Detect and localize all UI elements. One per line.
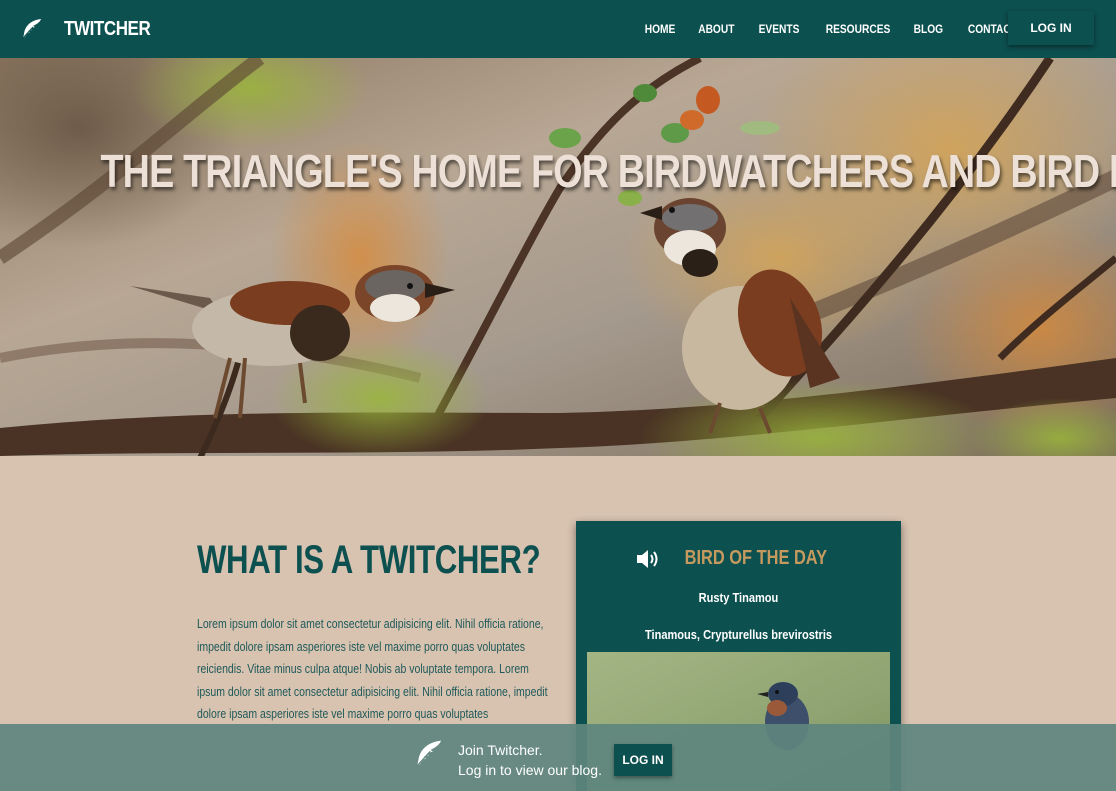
feather-icon — [416, 740, 441, 767]
bird-scientific-name: Tinamous, Crypturellus brevirostris — [644, 627, 833, 642]
top-navbar: TWITCHER HOME ABOUT EVENTS RESOURCES BLO… — [0, 0, 1116, 58]
hero-section: THE TRIANGLE'S HOME FOR BIRDWATCHERS AND… — [0, 58, 1116, 456]
bird-common-name: Rusty Tinamou — [698, 590, 779, 605]
banner-line-1: Join Twitcher. — [458, 742, 543, 758]
brand-name: TWITCHER — [64, 17, 151, 40]
about-text: Lorem ipsum dolor sit amet consectetur a… — [197, 617, 548, 721]
banner-login-button[interactable]: LOG IN — [614, 744, 672, 776]
hero-title: THE TRIANGLE'S HOME FOR BIRDWATCHERS AND… — [100, 145, 1116, 197]
nav-links: HOME ABOUT EVENTS RESOURCES BLOG CONTACT… — [642, 0, 1052, 58]
speaker-icon[interactable] — [635, 548, 661, 570]
about-title: WHAT IS A TWITCHER? — [197, 538, 541, 582]
about-section: WHAT IS A TWITCHER? Lorem ipsum dolor si… — [197, 538, 548, 726]
nav-home[interactable]: HOME — [645, 22, 676, 36]
hero-image — [0, 58, 1116, 456]
nav-about[interactable]: ABOUT — [698, 22, 734, 36]
join-banner: Join Twitcher. Log in to view our blog. … — [0, 724, 1116, 791]
nav-events[interactable]: EVENTS — [758, 22, 799, 36]
card-title: BIRD OF THE DAY — [684, 547, 827, 569]
card-header: BIRD OF THE DAY — [576, 547, 901, 570]
feather-icon — [22, 19, 41, 39]
banner-line-2: Log in to view our blog. — [458, 762, 602, 778]
nav-blog[interactable]: BLOG — [913, 22, 942, 36]
banner-text: Join Twitcher. Log in to view our blog. — [458, 740, 602, 780]
brand[interactable]: TWITCHER — [20, 17, 166, 41]
login-button[interactable]: LOG IN — [1008, 11, 1094, 45]
nav-resources[interactable]: RESOURCES — [825, 22, 890, 36]
